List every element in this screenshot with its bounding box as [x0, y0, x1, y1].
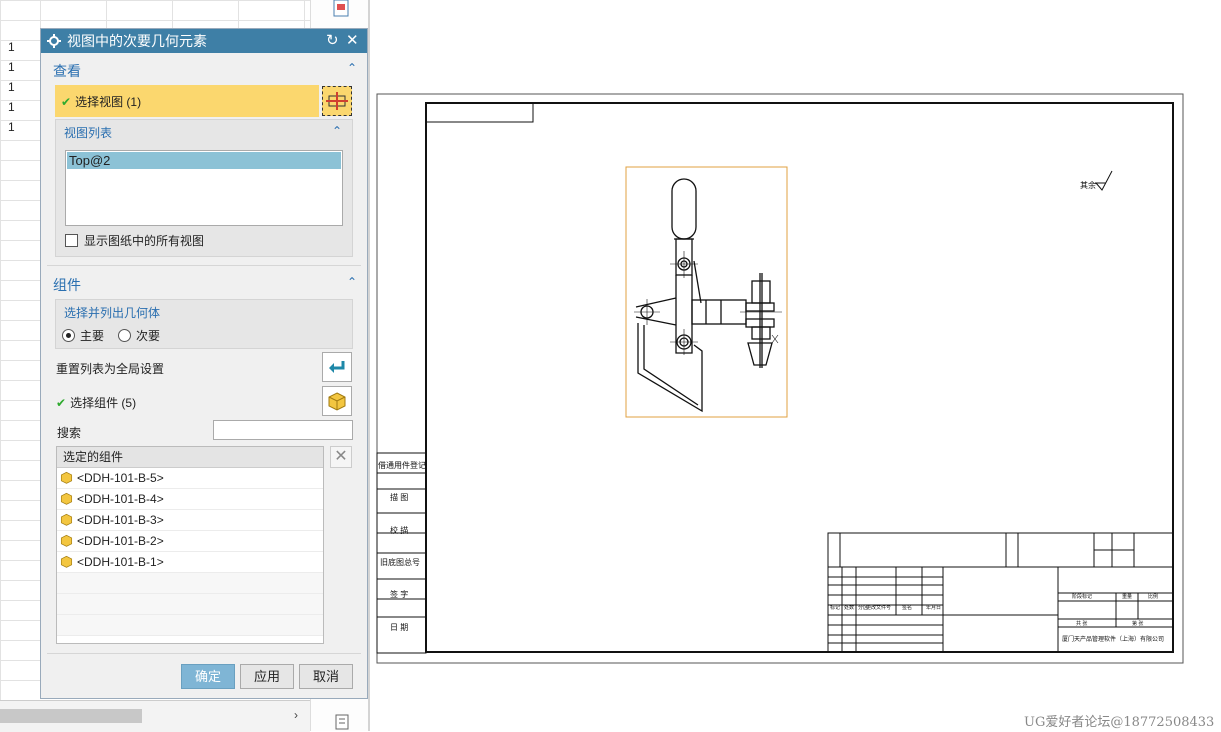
view-list-header[interactable]: 视图列表 [64, 124, 112, 141]
strip-label: 描 图 [390, 492, 408, 502]
sheet-label: 第 张 [1132, 620, 1143, 627]
view-select-icon [326, 92, 348, 110]
close-icon[interactable]: ✕ [346, 31, 359, 49]
list-item[interactable]: <DDH-101-B-1> [57, 552, 323, 573]
radio-primary[interactable]: 主要 [62, 327, 104, 344]
strip-label: 借通用件登记 [378, 460, 426, 470]
list-item[interactable]: <DDH-101-B-3> [57, 510, 323, 531]
view-list-item[interactable]: Top@2 [67, 152, 341, 169]
gear-icon [47, 34, 61, 48]
cell-value[interactable]: 1 [8, 40, 15, 54]
search-input[interactable] [213, 420, 353, 440]
check-icon: ✔ [61, 95, 72, 109]
check-icon: ✔ [56, 396, 67, 410]
view-list-panel: 视图列表 ⌃ Top@2 显示图纸中的所有视图 [55, 119, 353, 257]
scroll-right-icon[interactable]: › [294, 708, 298, 722]
strip-label: 签 字 [390, 589, 408, 599]
radio-selected-icon[interactable] [62, 329, 75, 342]
layout-icon[interactable] [332, 0, 352, 20]
radio-secondary[interactable]: 次要 [118, 327, 160, 344]
collapse-component-icon[interactable]: ⌃ [347, 275, 357, 289]
strip-label: 旧底图总号 [380, 557, 420, 567]
cell-value[interactable]: 1 [8, 80, 15, 94]
stage-label: 阶段标记 [1072, 593, 1092, 600]
radio-unselected-icon[interactable] [118, 329, 131, 342]
list-item[interactable]: <DDH-101-B-5> [57, 468, 323, 489]
apply-button[interactable]: 应用 [240, 664, 294, 689]
empty-row [57, 573, 323, 594]
panel-divider[interactable] [368, 0, 370, 731]
drawing-sheet[interactable]: 借通用件登记 描 图 校 描 旧底图总号 签 字 日 期 其余 标记 处数 分区… [376, 93, 1184, 665]
watermark-text: UG爱好者论坛@18772508433 [1024, 715, 1215, 730]
revision-header: 处数 [844, 604, 854, 611]
component-section-header[interactable]: 组件 [53, 275, 81, 295]
cell-value[interactable]: 1 [8, 120, 15, 134]
refresh-icon[interactable]: ↻ [326, 31, 339, 49]
empty-row [57, 594, 323, 615]
revision-header: 签名 [902, 604, 912, 611]
select-view-row[interactable]: ✔ 选择视图 (1) [55, 85, 319, 117]
empty-row [57, 615, 323, 636]
select-view-button[interactable] [322, 86, 352, 116]
revision-header: 更改文件号 [866, 604, 891, 611]
remove-component-icon[interactable]: ✕ [330, 446, 352, 468]
scrollbar-thumb[interactable] [0, 709, 142, 723]
checkbox-icon[interactable] [65, 234, 78, 247]
sheets-label: 共 张 [1076, 620, 1087, 627]
dialog-title: 视图中的次要几何元素 [67, 33, 207, 49]
collapse-view-icon[interactable]: ⌃ [347, 61, 357, 75]
revision-header: 标记 [830, 604, 840, 611]
list-item[interactable]: <DDH-101-B-2> [57, 531, 323, 552]
component-cube-icon [60, 492, 73, 505]
list-item[interactable]: <DDH-101-B-4> [57, 489, 323, 510]
company-name: 厦门天产品管理软件（上海）有限公司 [1062, 635, 1164, 643]
view-list[interactable]: Top@2 [65, 150, 343, 226]
view-section-header[interactable]: 查看 [53, 61, 81, 81]
select-components-button[interactable] [322, 386, 352, 416]
search-label: 搜索 [57, 426, 82, 440]
cell-value[interactable]: 1 [8, 60, 15, 74]
horizontal-scrollbar[interactable]: › [0, 700, 310, 732]
select-geometry-header: 选择并列出几何体 [64, 306, 161, 320]
collapse-view-list-icon[interactable]: ⌃ [332, 124, 342, 138]
secondary-geometry-dialog: 视图中的次要几何元素 ↻ ✕ 查看 ⌃ ✔ 选择视图 (1) 视图列表 ⌃ Top… [40, 28, 368, 699]
select-view-label: ✔ 选择视图 (1) [61, 95, 142, 109]
weight-label: 重量 [1122, 593, 1132, 600]
component-cube-icon [328, 392, 346, 411]
footer-separator [47, 653, 361, 654]
strip-label: 日 期 [390, 623, 408, 632]
component-cube-icon [60, 471, 73, 484]
ok-button[interactable]: 确定 [181, 664, 235, 689]
dialog-titlebar[interactable]: 视图中的次要几何元素 ↻ ✕ [41, 29, 367, 53]
component-cube-icon [60, 513, 73, 526]
reset-list-label: 重置列表为全局设置 [56, 362, 165, 376]
selected-components-header: 选定的组件 [57, 447, 323, 468]
select-components-label: ✔ 选择组件 (5) [56, 396, 137, 410]
surface-finish-label: 其余 [1080, 180, 1096, 190]
spreadsheet-grid [0, 0, 40, 700]
reset-list-button[interactable] [322, 352, 352, 382]
cell-value[interactable]: 1 [8, 100, 15, 114]
tool-icon[interactable] [332, 712, 352, 732]
component-cube-icon [60, 534, 73, 547]
scale-label: 比例 [1148, 593, 1158, 600]
geometry-panel: 选择并列出几何体 主要 次要 [55, 299, 353, 349]
revision-header: 年月日 [926, 604, 941, 611]
cancel-button[interactable]: 取消 [299, 664, 353, 689]
selected-components-list[interactable]: 选定的组件 <DDH-101-B-5> <DDH-101-B-4> <DDH-1… [56, 446, 324, 644]
section-separator [47, 265, 361, 266]
component-cube-icon [60, 555, 73, 568]
return-arrow-icon [329, 361, 345, 373]
show-all-views-checkbox[interactable]: 显示图纸中的所有视图 [65, 232, 204, 249]
strip-label: 校 描 [390, 525, 408, 535]
